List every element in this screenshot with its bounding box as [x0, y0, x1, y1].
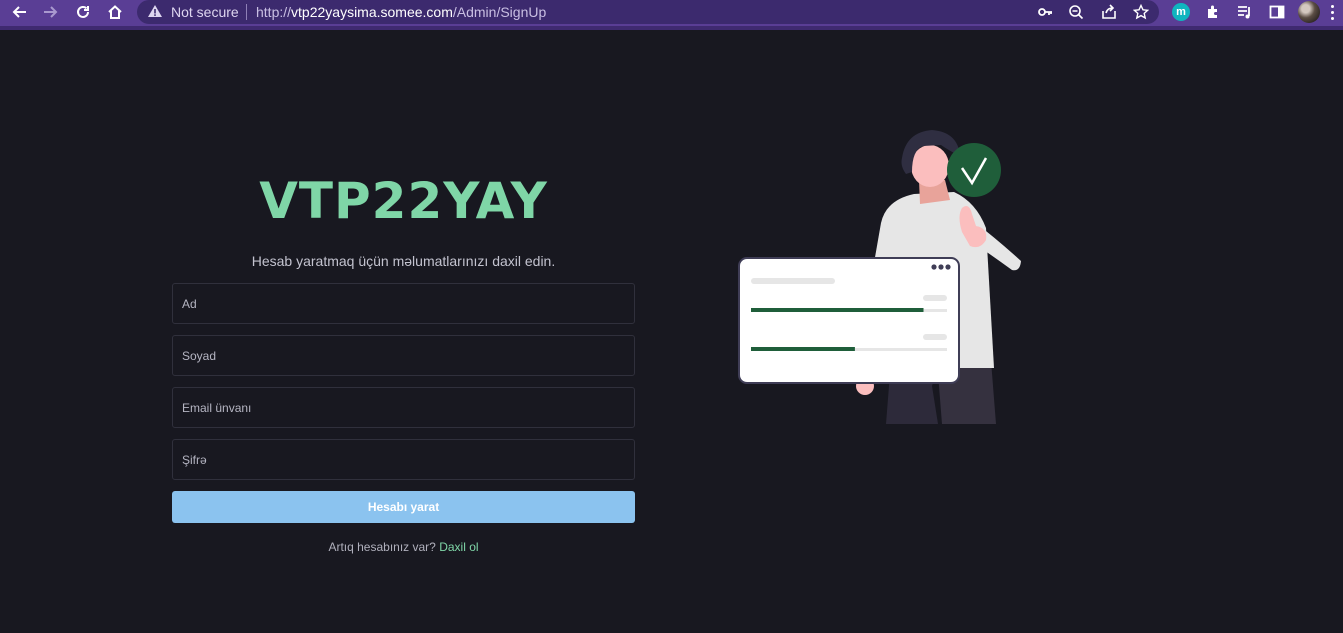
check-badge — [947, 143, 1001, 197]
omnibox-separator — [246, 4, 247, 20]
media-icon[interactable] — [1235, 2, 1255, 22]
login-prompt: Artıq hesabınız var? Daxil ol — [172, 540, 635, 554]
extension-m-icon[interactable]: m — [1172, 3, 1190, 21]
login-link[interactable]: Daxil ol — [439, 540, 478, 554]
home-icon[interactable] — [103, 1, 127, 23]
progress-fill — [751, 308, 924, 312]
card-value-bar — [923, 334, 947, 340]
share-icon[interactable] — [1099, 2, 1119, 22]
url-text[interactable]: http://vtp22yaysima.somee.com/Admin/Sign… — [256, 4, 546, 20]
create-account-button[interactable]: Hesabı yarat — [172, 491, 635, 523]
card-menu-dot — [938, 264, 944, 270]
zoom-out-icon[interactable] — [1066, 2, 1086, 22]
security-label[interactable]: Not secure — [171, 4, 239, 20]
page-subtitle: Hesab yaratmaq üçün məlumatlarınızı daxi… — [251, 253, 556, 269]
back-icon[interactable] — [7, 1, 31, 23]
reload-icon[interactable] — [71, 1, 95, 23]
progress-card — [738, 257, 960, 384]
kebab-menu-icon[interactable] — [1327, 2, 1337, 22]
url-path: /Admin/SignUp — [452, 4, 547, 20]
extensions-icon[interactable] — [1203, 2, 1223, 22]
signup-illustration — [738, 130, 1021, 424]
side-panel-icon[interactable] — [1267, 2, 1287, 22]
warning-icon[interactable] — [147, 3, 163, 19]
url-host: vtp22yaysima.somee.com — [291, 4, 453, 20]
email-field[interactable] — [172, 387, 635, 428]
profile-avatar[interactable] — [1298, 1, 1320, 23]
first-name-field[interactable] — [172, 283, 635, 324]
card-menu-dot — [945, 264, 951, 270]
person-head — [911, 145, 949, 187]
card-value-bar — [923, 295, 947, 301]
star-icon[interactable] — [1131, 2, 1151, 22]
url-prefix: http:// — [256, 4, 292, 20]
progress-fill — [751, 347, 855, 351]
card-heading-bar — [751, 278, 835, 284]
brand-title: VTP22YAY — [259, 172, 548, 230]
last-name-field[interactable] — [172, 335, 635, 376]
key-icon[interactable] — [1035, 2, 1055, 22]
password-field[interactable] — [172, 439, 635, 480]
card-menu-dot — [931, 264, 937, 270]
login-prompt-text: Artıq hesabınız var? — [328, 540, 436, 554]
forward-icon[interactable] — [39, 1, 63, 23]
toolbar-divider — [0, 26, 1343, 30]
